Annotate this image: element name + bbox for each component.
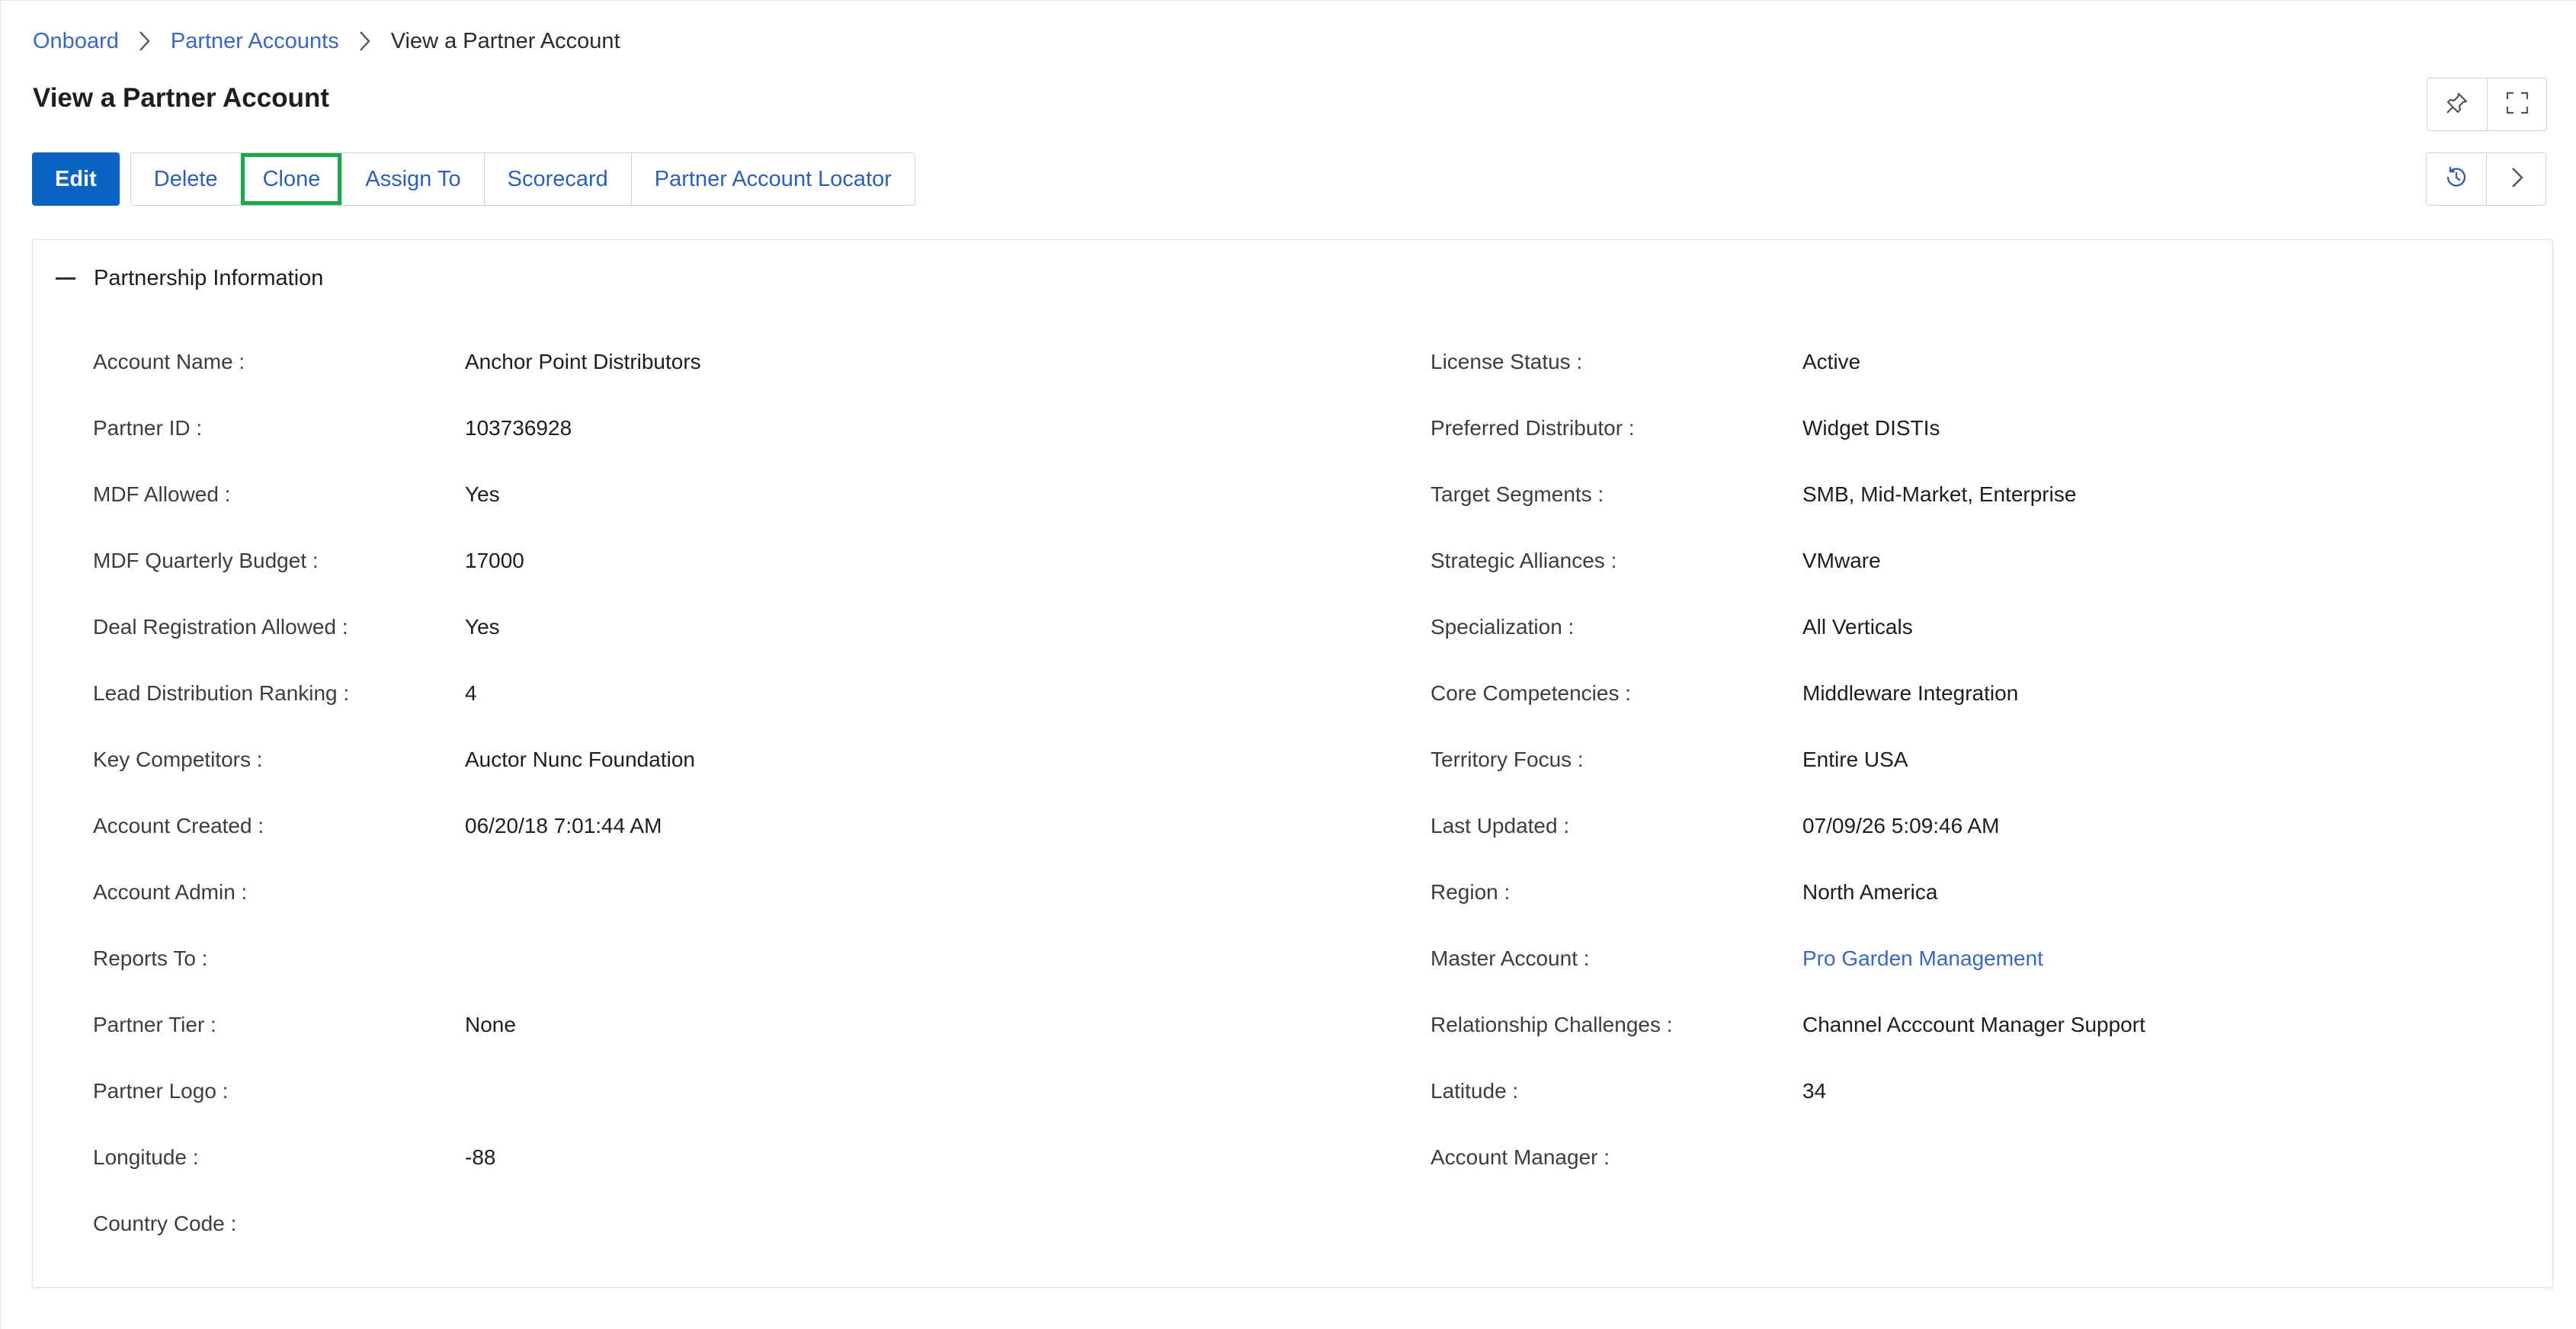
field-label: Master Account : [1431, 946, 1590, 970]
fullscreen-icon [2504, 90, 2530, 120]
field-label: Country Code : [93, 1212, 237, 1235]
field-row: Territory Focus : Entire USA [33, 745, 2552, 775]
field-value: 34 [1802, 1079, 1827, 1103]
field-value: Entire USA [1802, 748, 1908, 771]
field-label: Target Segments : [1431, 482, 1604, 506]
history-icon [2443, 165, 2469, 194]
field-row: Last Updated : 07/09/26 5:09:46 AM [33, 811, 2552, 841]
field-value: North America [1802, 880, 1938, 904]
field-value: VMware [1802, 549, 1881, 572]
field-value: Active [1802, 350, 1861, 373]
field-row: Preferred Distributor : Widget DISTIs [33, 413, 2552, 444]
field-label: License Status : [1431, 350, 1583, 373]
page: Onboard Partner Accounts View a Partner … [0, 0, 2576, 1329]
field-row: Strategic Alliances : VMware [33, 546, 2552, 576]
next-button[interactable] [2486, 153, 2546, 205]
breadcrumb: Onboard Partner Accounts View a Partner … [33, 24, 620, 59]
field-row: Target Segments : SMB, Mid-Market, Enterp… [33, 479, 2552, 510]
breadcrumb-onboard[interactable]: Onboard [33, 29, 119, 54]
partner-account-locator-button[interactable]: Partner Account Locator [630, 153, 915, 205]
chevron-right-icon [339, 29, 391, 53]
fullscreen-button[interactable] [2487, 78, 2546, 130]
edit-button[interactable]: Edit [32, 152, 120, 206]
field-label: Core Competencies : [1431, 681, 1632, 705]
toolbar-icon-group [2426, 152, 2546, 206]
field-value-link[interactable]: Pro Garden Management [1802, 946, 2043, 971]
partnership-information-card: Partnership Information Account Name : An… [32, 239, 2553, 1288]
field-row: Latitude : 34 [33, 1076, 2552, 1106]
clone-button[interactable]: Clone [240, 153, 342, 205]
field-label: Specialization : [1431, 615, 1575, 639]
breadcrumb-current: View a Partner Account [390, 28, 620, 53]
field-value: All Verticals [1802, 615, 1913, 639]
action-toolbar: Edit Delete Clone Assign To Scorecard Pa… [32, 152, 915, 206]
field-label: Latitude : [1431, 1079, 1519, 1103]
field-label: Relationship Challenges : [1431, 1013, 1673, 1036]
field-row: Relationship Challenges : Channel Acccoun… [33, 1010, 2552, 1040]
field-label: Last Updated : [1431, 814, 1570, 837]
field-value: Channel Acccount Manager Support [1802, 1013, 2145, 1036]
field-value: 07/09/26 5:09:46 AM [1802, 814, 2000, 837]
field-row: License Status : Active [33, 347, 2552, 377]
field-row: Account Manager : [33, 1142, 2552, 1173]
history-button[interactable] [2427, 153, 2486, 205]
field-row: Core Competencies : Middleware Integratio… [33, 678, 2552, 709]
field-row: Master Account : Pro Garden Management [33, 943, 2552, 974]
breadcrumb-partner-accounts[interactable]: Partner Accounts [171, 29, 339, 54]
assign-to-button[interactable]: Assign To [341, 153, 483, 205]
field-label: Strategic Alliances : [1431, 549, 1617, 572]
field-label: Account Manager : [1431, 1145, 1610, 1169]
chevron-right-icon [2504, 165, 2530, 194]
pin-button[interactable] [2427, 78, 2487, 130]
page-title: View a Partner Account [33, 83, 330, 113]
field-row: Specialization : All Verticals [33, 612, 2552, 642]
field-grid: Account Name : Anchor Point Distributors P… [33, 240, 2552, 1287]
field-value: Middleware Integration [1802, 681, 2019, 705]
field-row: Region : North America [33, 877, 2552, 908]
pin-icon [2444, 90, 2470, 120]
field-row: Country Code : [33, 1209, 2552, 1239]
delete-button[interactable]: Delete [131, 153, 241, 205]
scorecard-button[interactable]: Scorecard [483, 153, 631, 205]
field-label: Territory Focus : [1431, 748, 1584, 771]
field-value: Widget DISTIs [1802, 416, 1940, 440]
action-button-group: Delete Clone Assign To Scorecard Partner… [130, 152, 915, 206]
chevron-right-icon [119, 29, 171, 53]
field-label: Preferred Distributor : [1431, 416, 1635, 440]
field-label: Region : [1431, 880, 1511, 904]
field-value: SMB, Mid-Market, Enterprise [1802, 482, 2077, 506]
header-icon-group [2427, 78, 2547, 131]
